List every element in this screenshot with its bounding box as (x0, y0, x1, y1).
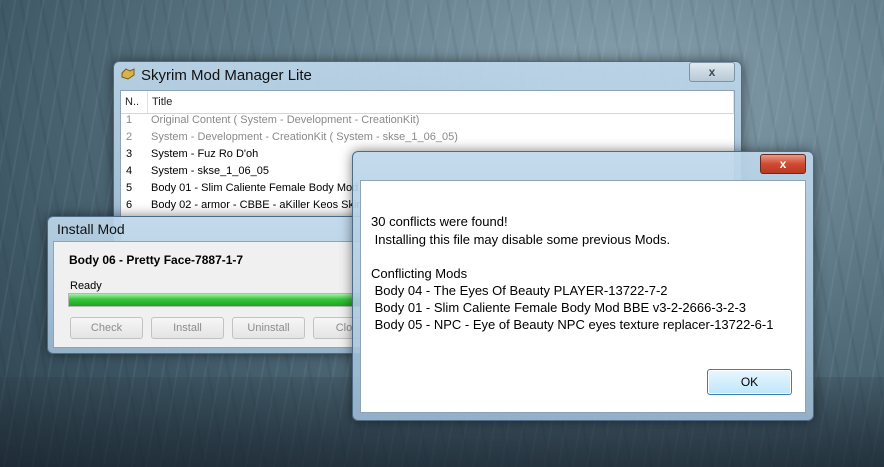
install-progress-fill (69, 294, 369, 306)
conflict-item: Body 01 - Slim Caliente Female Body Mod … (371, 300, 747, 315)
close-icon: x (779, 157, 787, 171)
mod-manager-title: Skyrim Mod Manager Lite (141, 67, 312, 84)
uninstall-button[interactable]: Uninstall (232, 317, 305, 339)
install-mod-window: Install Mod Body 06 - Pretty Face-7887-1… (47, 216, 382, 354)
mod-row-number: 1 (126, 114, 133, 126)
mod-list-row[interactable]: 2 System - Development - CreationKit ( Sy… (121, 131, 734, 148)
mod-row-title: Body 02 - armor - CBBE - aKiller Keos Sk… (151, 199, 372, 211)
package-name: Body 06 - Pretty Face-7887-1-7 (69, 253, 244, 267)
column-header-title[interactable]: Title (148, 91, 734, 113)
dialog-body: 30 conflicts were found! Installing this… (360, 180, 806, 413)
skyrim-mod-manager-icon (121, 68, 135, 80)
mod-list-header: N.. Title (121, 91, 734, 114)
conflict-item: Body 04 - The Eyes Of Beauty PLAYER-1372… (371, 283, 668, 298)
ok-button[interactable]: OK (707, 369, 792, 395)
mod-row-title: System - skse_1_06_05 (151, 165, 270, 177)
mod-row-number: 3 (126, 148, 133, 160)
mod-row-title: Original Content ( System - Development … (151, 114, 420, 126)
close-icon: x (708, 65, 716, 79)
check-button[interactable]: Check (70, 317, 143, 339)
mod-manager-close-button[interactable]: x (689, 62, 735, 82)
install-progress-bar (68, 293, 370, 307)
install-mod-title: Install Mod (57, 221, 125, 237)
dialog-close-button[interactable]: x (760, 154, 806, 174)
mod-row-number: 2 (126, 131, 133, 143)
mod-row-title: System - Development - CreationKit ( Sys… (151, 131, 458, 143)
mod-row-number: 6 (126, 199, 133, 211)
conflict-count-text: 30 conflicts were found! (371, 214, 508, 229)
mod-row-number: 5 (126, 182, 133, 194)
install-mod-panel: Body 06 - Pretty Face-7887-1-7 Ready Che… (53, 241, 376, 348)
mod-row-title: Body 01 - Slim Caliente Female Body Mod … (151, 182, 369, 194)
mod-list-row[interactable]: 1 Original Content ( System - Development… (121, 114, 734, 131)
mod-row-number: 4 (126, 165, 133, 177)
conflict-dialog: x 30 conflicts were found! Installing th… (352, 151, 814, 421)
conflict-item: Body 05 - NPC - Eye of Beauty NPC eyes t… (371, 317, 774, 332)
conflicting-mods-heading: Conflicting Mods (371, 266, 468, 281)
install-status: Ready (70, 280, 102, 292)
mod-row-title: System - Fuz Ro D'oh (151, 148, 259, 160)
warning-text: Installing this file may disable some pr… (371, 232, 671, 247)
column-header-number[interactable]: N.. (121, 91, 148, 113)
install-button[interactable]: Install (151, 317, 224, 339)
